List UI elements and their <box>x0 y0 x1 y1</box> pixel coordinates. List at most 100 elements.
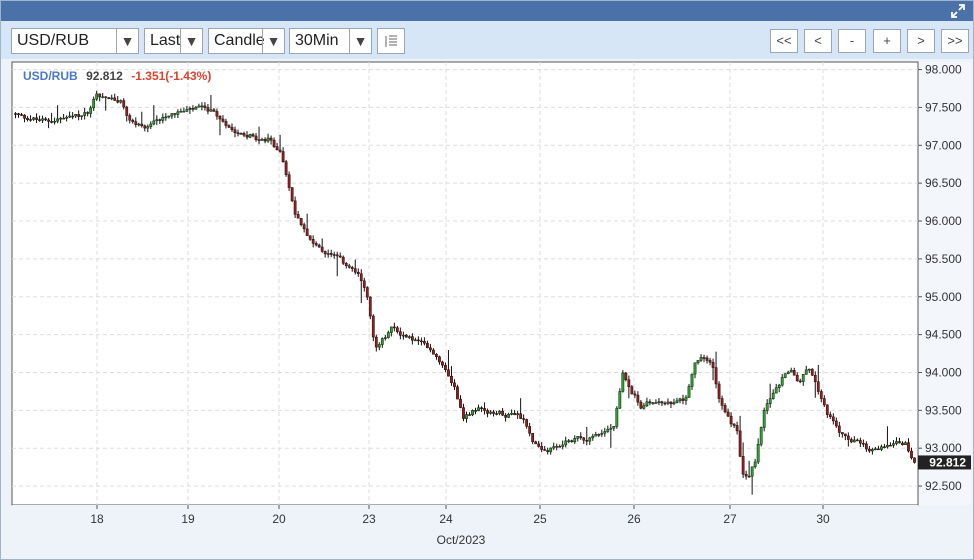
candle-body <box>35 117 38 120</box>
candle-body <box>86 112 90 114</box>
candle-body <box>816 381 820 392</box>
price-field-select[interactable]: Last ▼ <box>144 28 203 54</box>
candle-body <box>71 115 75 118</box>
candle-body <box>606 428 610 432</box>
settings-list-button[interactable] <box>377 28 405 54</box>
candle-body <box>904 442 907 445</box>
candle-body <box>831 416 835 422</box>
y-tick-label: 94.000 <box>925 365 962 379</box>
candle-body <box>874 448 877 451</box>
candle-body <box>209 109 213 112</box>
candle-body <box>486 410 489 414</box>
candle-body <box>284 161 288 175</box>
candle-body <box>110 97 114 100</box>
candle-body <box>365 287 369 298</box>
chart-style-select[interactable]: Candle ▼ <box>208 28 285 54</box>
nav-next-button[interactable]: > <box>907 29 935 53</box>
candle-body <box>98 93 102 98</box>
candle-body <box>221 118 225 122</box>
candle-body <box>465 414 468 419</box>
candle-body <box>780 377 784 386</box>
candle-body <box>122 100 126 108</box>
candle-body <box>426 342 429 349</box>
candle-body <box>492 411 495 414</box>
candle-body <box>206 107 210 112</box>
candle-body <box>146 126 150 129</box>
candle-body <box>26 118 29 121</box>
candle-body <box>621 372 625 392</box>
candle-body <box>95 93 99 100</box>
last-price-tag-value: 92.812 <box>929 455 966 469</box>
candle-body <box>504 414 507 418</box>
candle-body <box>892 443 895 446</box>
zoom-in-button[interactable]: + <box>873 29 901 53</box>
zoom-out-button[interactable]: - <box>838 29 866 53</box>
y-tick-label: 95.500 <box>925 252 962 266</box>
candle-body <box>263 139 267 142</box>
candle-body <box>750 466 754 477</box>
candle-body <box>29 119 32 121</box>
candle-body <box>507 414 510 418</box>
symbol-select[interactable]: USD/RUB ▼ <box>11 28 139 54</box>
candle-body <box>338 255 342 258</box>
candle-body <box>389 326 393 333</box>
candle-body <box>753 461 757 468</box>
candle-body <box>197 105 201 108</box>
nav-last-button[interactable]: >> <box>941 29 969 53</box>
candle-body <box>597 434 601 436</box>
candle-body <box>552 446 556 449</box>
candle-body <box>687 386 691 398</box>
header-last-price: 92.812 <box>86 69 123 83</box>
candle-body <box>678 398 682 402</box>
candle-body <box>828 414 832 418</box>
candle-body <box>215 111 219 117</box>
candle-body <box>663 402 667 405</box>
candle-body <box>837 425 841 433</box>
x-tick-label: 25 <box>533 512 547 526</box>
candle-body <box>456 386 459 400</box>
candle-body <box>137 123 141 126</box>
candle-body <box>353 268 357 273</box>
candle-body <box>768 398 772 404</box>
candle-body <box>83 112 87 116</box>
candle-body <box>170 113 174 117</box>
chevron-down-icon: ▼ <box>116 29 138 53</box>
candle-body <box>886 444 889 448</box>
candle-body <box>140 123 144 127</box>
candle-body <box>392 326 396 329</box>
candle-body <box>540 446 544 450</box>
candle-body <box>101 96 105 99</box>
expand-icon[interactable] <box>951 4 965 18</box>
interval-select[interactable]: 30Min ▼ <box>289 28 372 54</box>
candle-body <box>825 404 829 415</box>
candle-body <box>747 475 751 478</box>
candle-body <box>89 107 93 114</box>
candle-body <box>705 357 709 361</box>
candle-body <box>729 415 733 425</box>
candle-body <box>898 441 901 444</box>
y-tick-label: 95.000 <box>925 290 962 304</box>
candle-body <box>576 436 580 439</box>
candle-body <box>862 443 865 445</box>
candle-body <box>777 384 781 389</box>
candle-body <box>32 117 35 120</box>
candle-body <box>272 139 276 147</box>
candlestick-chart[interactable]: 98.000 97.500 97.000 96.500 96.000 95.500 95.0… <box>1 59 973 559</box>
candle-body <box>564 440 568 446</box>
candle-body <box>510 413 513 415</box>
candle-body <box>38 119 41 121</box>
candle-body <box>639 401 643 409</box>
candle-body <box>332 254 336 256</box>
candle-body <box>558 446 562 448</box>
candle-body <box>699 357 703 361</box>
candle-body <box>185 109 189 112</box>
nav-first-button[interactable]: << <box>770 29 798 53</box>
candle-body <box>47 119 50 122</box>
candle-body <box>645 401 649 406</box>
candle-body <box>260 139 264 141</box>
nav-prev-button[interactable]: < <box>804 29 832 53</box>
x-tick-label: 19 <box>181 512 195 526</box>
candle-body <box>895 441 898 444</box>
candle-body <box>462 407 465 419</box>
candle-body <box>386 332 390 338</box>
